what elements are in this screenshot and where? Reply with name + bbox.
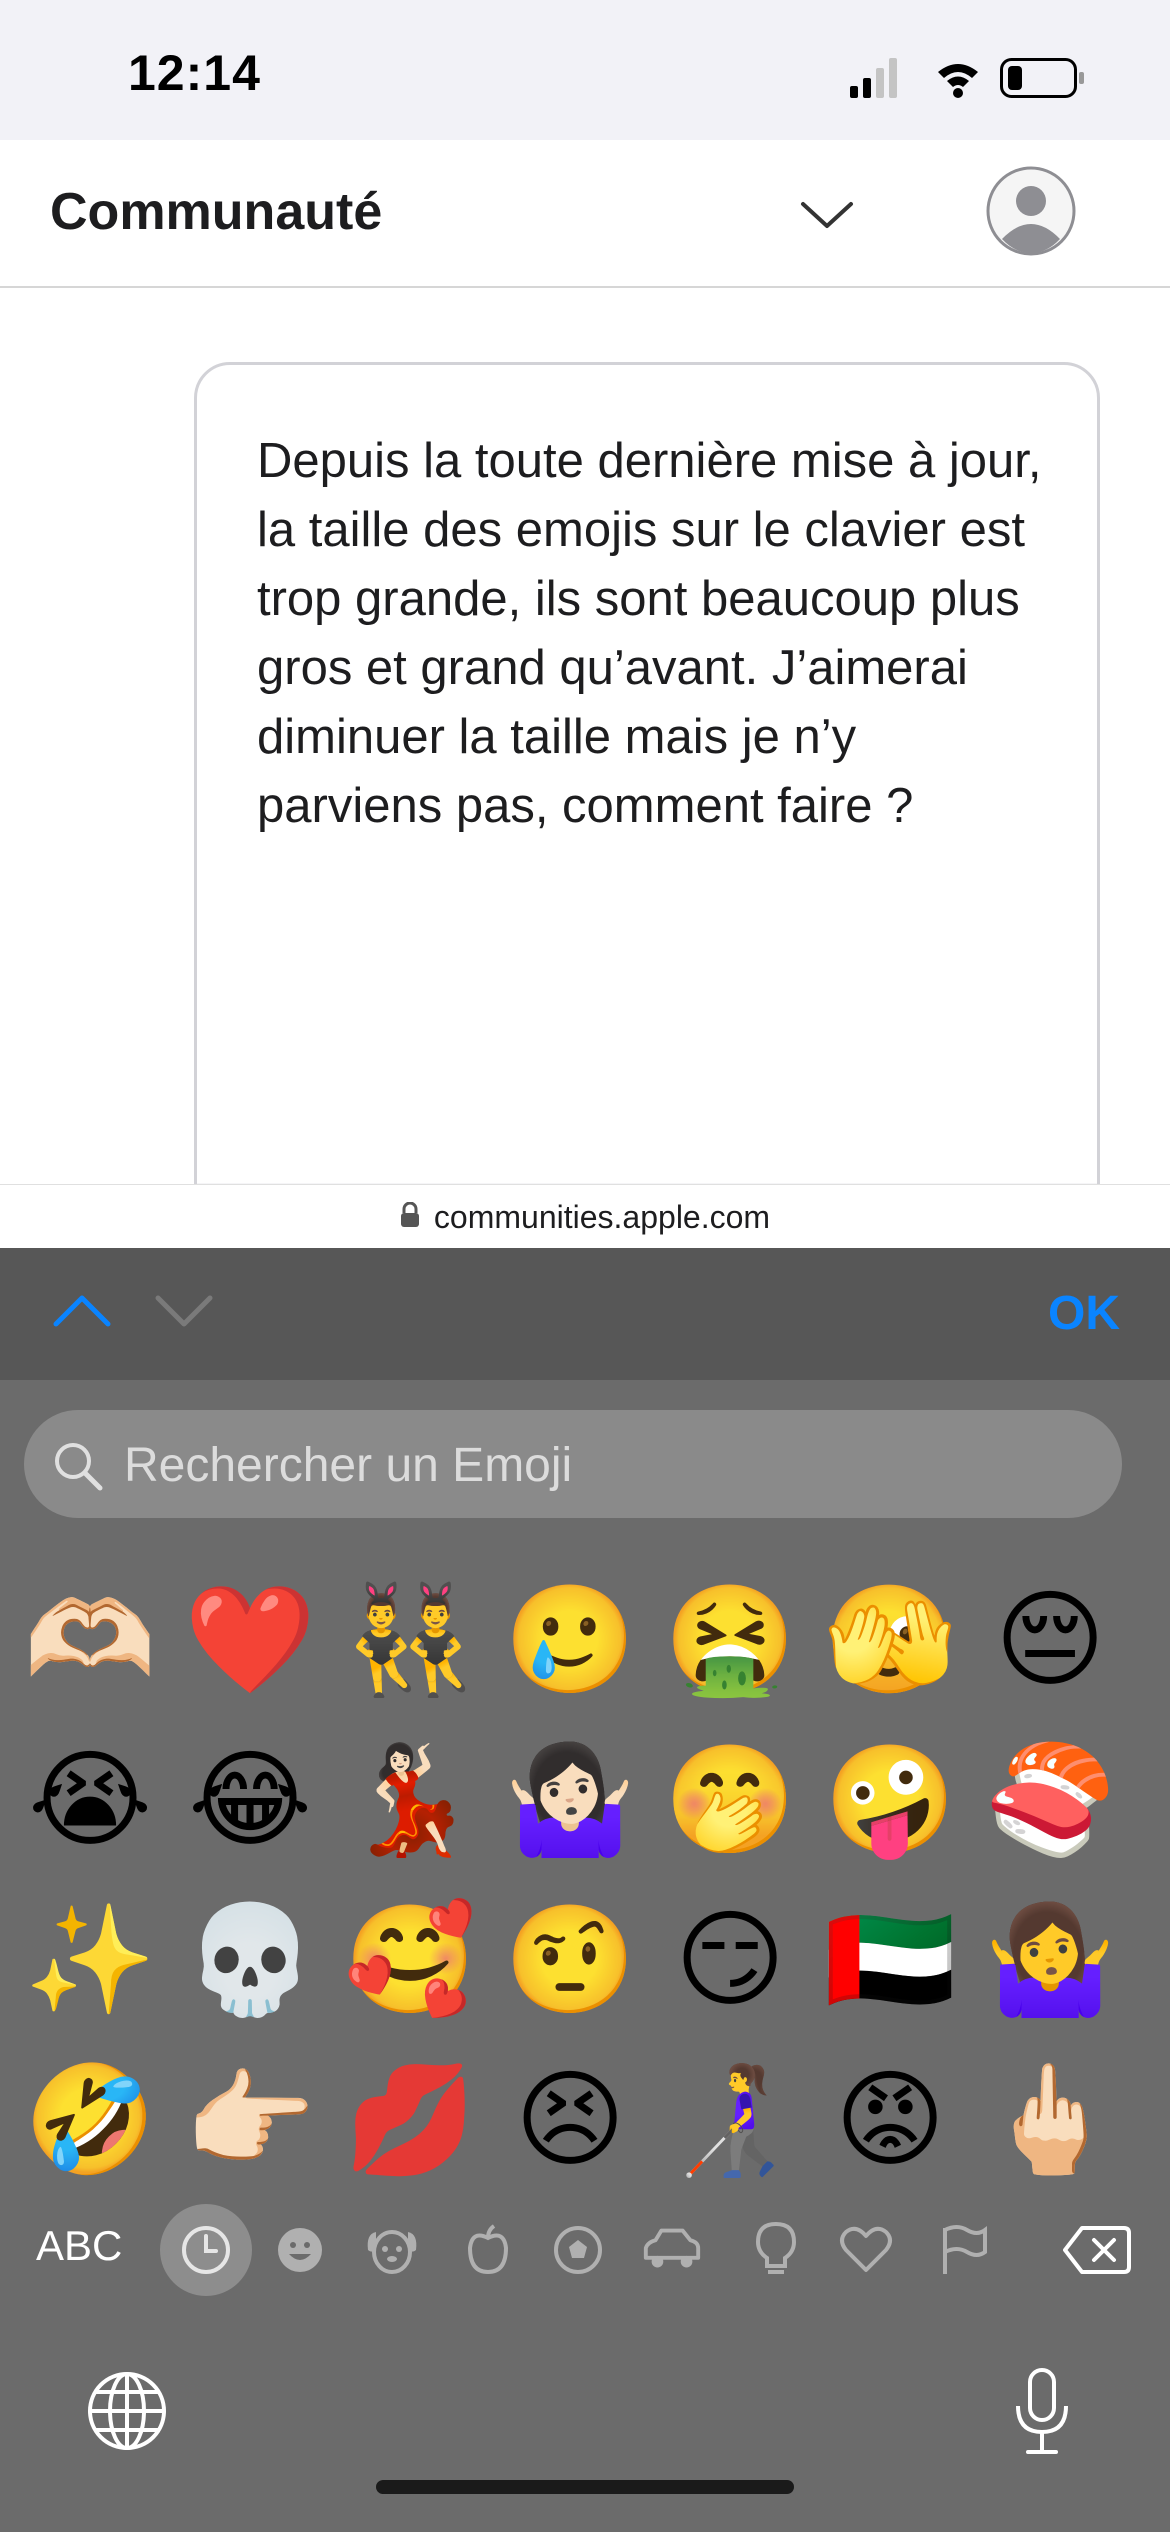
emoji-key[interactable]: 🥰 [340,1890,480,2030]
emoji-key[interactable]: 🤷🏻‍♀️ [500,1730,640,1870]
emoji-key[interactable]: 🤷‍♀️ [980,1890,1120,2030]
community-header: Communauté [0,140,1170,288]
emoji-key[interactable]: 💃🏻 [340,1730,480,1870]
menu-chevron-down-icon[interactable] [800,200,854,235]
emoji-key[interactable]: 🤨 [500,1890,640,2030]
activity-icon[interactable] [546,2218,610,2282]
emoji-key[interactable]: 😭 [20,1730,160,1870]
emoji-key[interactable]: ❤️ [180,1570,320,1710]
emoji-keyboard: Rechercher un Emoji 🫶🏻 ❤️ 👯‍♂️ 🥲 🤮 🫣 😔 😭… [0,1380,1170,2532]
wifi-icon [938,64,978,98]
emoji-key[interactable]: 😏 [660,1890,800,2030]
search-icon [52,1440,104,1497]
emoji-key[interactable]: 👯‍♂️ [340,1570,480,1710]
emoji-key[interactable]: 🥲 [500,1570,640,1710]
emoji-key[interactable]: 😔 [980,1570,1120,1710]
emoji-key[interactable]: 💀 [180,1890,320,2030]
emoji-key[interactable]: 🖕🏻 [980,2050,1120,2190]
keyboard-accessory-bar: OK [0,1248,1170,1380]
home-indicator[interactable] [376,2480,794,2494]
status-icons [850,56,1090,100]
previous-field-chevron-up-icon[interactable] [52,1292,112,1333]
page-title: Communauté [50,183,383,241]
emoji-key[interactable]: 🫶🏻 [20,1570,160,1710]
cellular-signal-icon [850,58,897,98]
lock-icon [400,1201,420,1233]
search-placeholder: Rechercher un Emoji [124,1439,573,1492]
emoji-search-field[interactable]: Rechercher un Emoji [24,1410,1122,1518]
emoji-key[interactable]: 🤭 [660,1730,800,1870]
symbols-heart-icon[interactable] [834,2218,898,2282]
content-area: Depuis la toute dernière mise à jour, la… [0,288,1170,1186]
battery-icon [1000,58,1084,98]
address-bar[interactable]: communities.apple.com [0,1184,1170,1249]
emoji-key[interactable]: 🇦🇪 [820,1890,960,2030]
status-time: 12:14 [128,45,261,101]
emoji-key[interactable]: 😣 [500,2050,640,2190]
emoji-key[interactable]: 🤪 [820,1730,960,1870]
flags-icon[interactable] [932,2218,996,2282]
editor-text[interactable]: Depuis la toute dernière mise à jour, la… [257,427,1047,841]
emoji-grid: 🫶🏻 ❤️ 👯‍♂️ 🥲 🤮 🫣 😔 😭 😂 💃🏻 🤷🏻‍♀️ 🤭 🤪 🍣 ✨ … [0,1570,1170,2179]
recent-clock-icon[interactable] [174,2218,238,2282]
travel-car-icon[interactable] [640,2218,704,2282]
abc-button[interactable]: ABC [36,2222,122,2270]
animals-icon[interactable] [360,2218,424,2282]
microphone-icon[interactable] [1010,2366,1074,2463]
emoji-category-bar: ABC [0,2200,1170,2300]
done-button[interactable]: OK [1048,1286,1120,1341]
emoji-key[interactable]: 🤣 [20,2050,160,2190]
emoji-key[interactable]: 👩‍🦯 [660,2050,800,2190]
objects-lightbulb-icon[interactable] [744,2218,808,2282]
emoji-key[interactable]: 😂 [180,1730,320,1870]
smileys-icon[interactable] [268,2218,332,2282]
emoji-key[interactable]: ✨ [20,1890,160,2030]
backspace-icon[interactable] [1062,2224,1132,2281]
emoji-key[interactable]: 💋 [340,2050,480,2190]
emoji-key[interactable]: 👉🏻 [180,2050,320,2190]
food-icon[interactable] [456,2218,520,2282]
emoji-key[interactable]: 😡 [820,2050,960,2190]
emoji-key[interactable]: 🫣 [820,1570,960,1710]
url-text: communities.apple.com [433,1198,771,1235]
account-avatar-icon[interactable] [985,165,1077,262]
next-field-chevron-down-icon[interactable] [154,1292,214,1333]
status-bar: 12:14 [0,0,1170,140]
post-editor[interactable]: Depuis la toute dernière mise à jour, la… [194,362,1100,1186]
emoji-key[interactable]: 🍣 [980,1730,1120,1870]
emoji-key[interactable]: 🤮 [660,1570,800,1710]
globe-icon[interactable] [86,2370,168,2457]
